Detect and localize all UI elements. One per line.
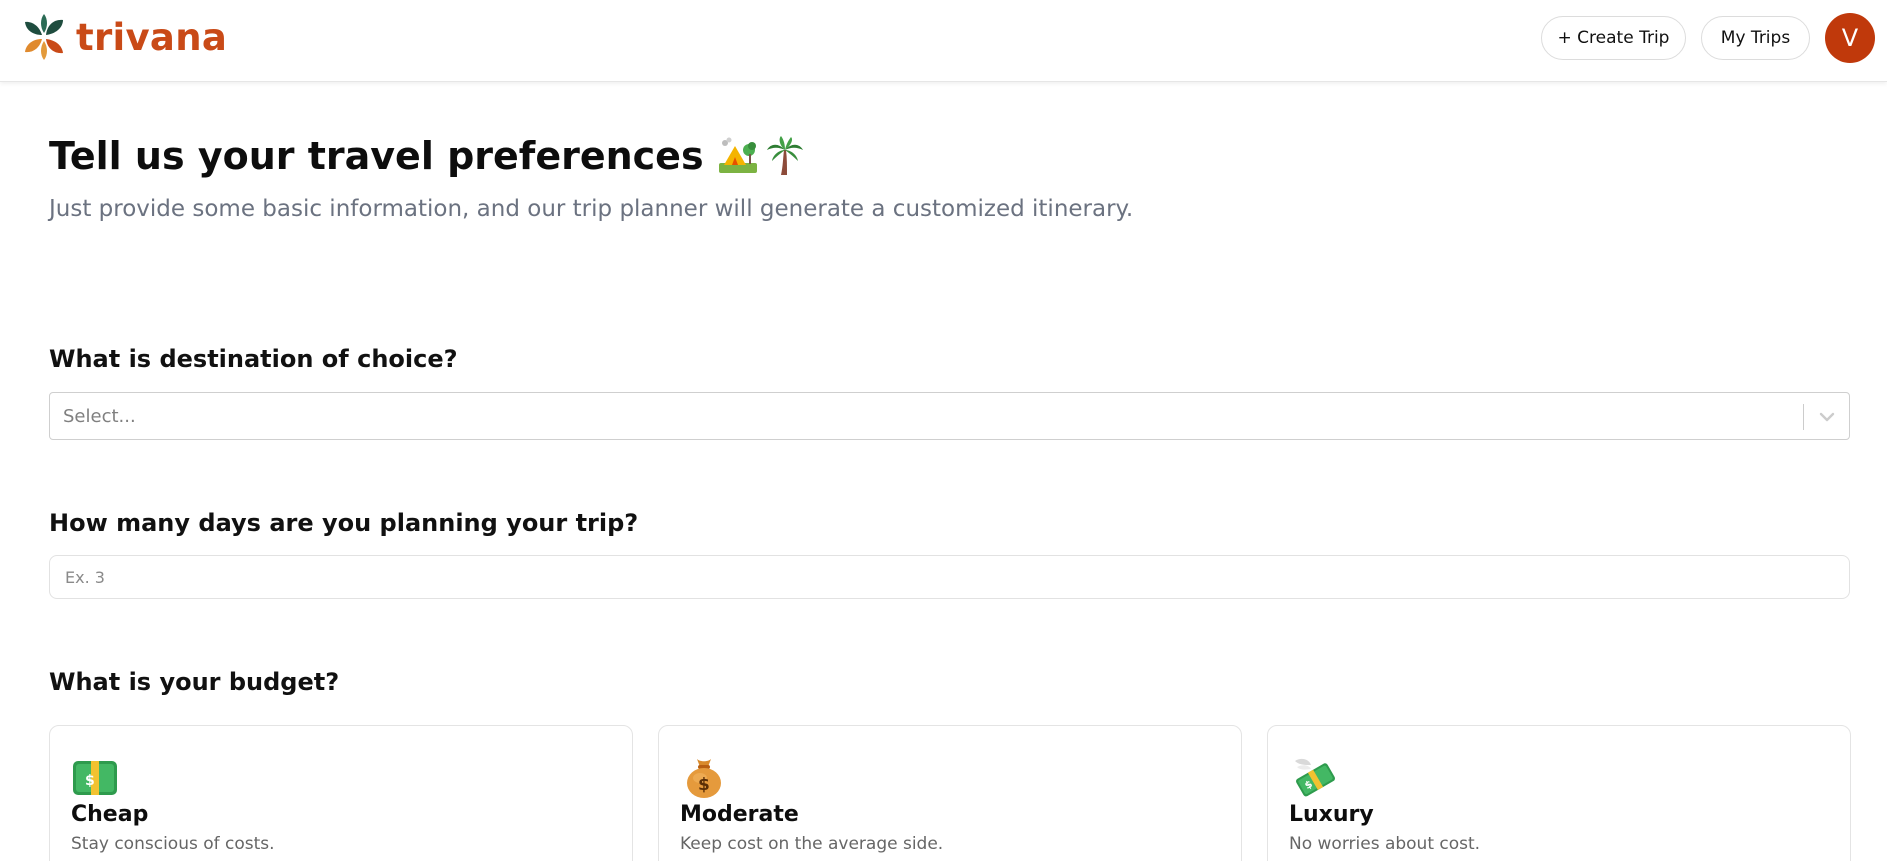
budget-option-title: Cheap [71,802,149,827]
days-label: How many days are you planning your trip… [49,509,639,537]
dollar-banknote-icon: $ [73,761,117,795]
palm-tree-icon [766,136,803,175]
page-subtitle: Just provide some basic information, and… [49,196,1134,222]
page-title: Tell us your travel preferences [49,134,804,178]
budget-option-description: No worries about cost. [1289,834,1481,854]
destination-label: What is destination of choice? [49,345,458,373]
user-avatar[interactable]: V [1825,13,1875,63]
brand-logo[interactable]: trivana [22,13,227,61]
budget-option-cheap[interactable]: $ Cheap Stay conscious of costs. [49,725,633,861]
budget-option-title: Luxury [1289,802,1374,827]
destination-select[interactable]: Select... [49,392,1850,440]
budget-option-description: Stay conscious of costs. [71,834,275,854]
days-input[interactable] [49,555,1850,599]
select-separator [1803,404,1804,430]
budget-label: What is your budget? [49,668,340,696]
create-trip-button[interactable]: + Create Trip [1541,16,1686,60]
budget-option-title: Moderate [680,802,799,827]
trivana-logo-icon [25,14,63,60]
top-navbar: trivana + Create Trip My Trips V [0,0,1887,82]
title-icons [718,136,804,176]
budget-option-description: Keep cost on the average side. [680,834,944,854]
destination-select-placeholder: Select... [63,406,136,427]
budget-option-luxury[interactable]: $ Luxury No worries about cost. [1267,725,1851,861]
camping-icon [718,137,757,173]
brand-name: trivana [76,15,228,59]
svg-text:$: $ [85,773,95,789]
page-title-text: Tell us your travel preferences [49,134,704,178]
budget-option-moderate[interactable]: $ Moderate Keep cost on the average side… [658,725,1242,861]
money-with-wings-icon: $ [1295,758,1335,797]
my-trips-button[interactable]: My Trips [1701,16,1810,60]
money-bag-icon: $ [687,759,721,798]
chevron-down-icon[interactable] [1817,407,1837,427]
svg-text:$: $ [698,775,710,795]
